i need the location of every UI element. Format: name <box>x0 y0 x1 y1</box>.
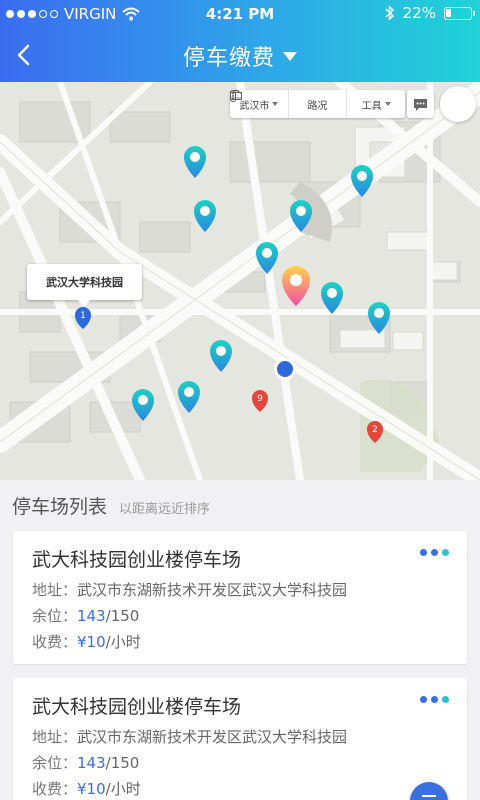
app-header: VIRGIN 4:21 PM 22% 停车缴费 <box>0 0 480 82</box>
fee-value: ¥10 <box>77 633 106 651</box>
nav-bar: 停车缴费 <box>0 28 480 82</box>
fee-label: 收费： <box>32 633 78 651</box>
address-value: 武汉市东湖新技术开发区武汉大学科技园 <box>77 581 348 599</box>
current-location-dot <box>274 358 296 380</box>
marker-label: 9 <box>257 394 263 404</box>
chat-bubble-icon <box>414 99 427 111</box>
chevron-down-icon <box>384 102 391 106</box>
spaces-label: 余位： <box>32 754 78 772</box>
fee-row: 收费：¥10/小时 <box>32 778 141 799</box>
parking-pin <box>194 200 216 232</box>
parking-pin <box>184 146 206 178</box>
marker-label: 2 <box>372 425 378 435</box>
chevron-down-icon <box>272 102 279 106</box>
tools-menu[interactable]: 工具 <box>230 90 405 118</box>
status-bar: VIRGIN 4:21 PM 22% <box>0 0 480 28</box>
selected-parking-pin <box>282 266 310 306</box>
spaces-row: 余位：143/150 <box>32 752 139 773</box>
city-label: 武汉市 <box>239 100 270 112</box>
parking-pin <box>256 242 278 274</box>
map-toolbar: 武汉市 路况 工具 <box>230 90 405 118</box>
address-row: 地址：武汉市东湖新技术开发区武汉大学科技园 <box>32 726 347 747</box>
fee-value: ¥10 <box>77 780 106 798</box>
battery-percent: 22% <box>402 4 436 22</box>
page-title: 停车缴费 <box>182 46 275 71</box>
parking-pin <box>178 381 200 413</box>
fee-unit: /小时 <box>105 780 141 798</box>
callout-label: 武汉大学科技园 <box>46 276 123 289</box>
parking-pin <box>210 340 232 372</box>
status-right: 22% <box>385 4 475 22</box>
address-value: 武汉市东湖新技术开发区武汉大学科技园 <box>77 728 348 746</box>
address-label: 地址： <box>32 581 78 599</box>
nav-title-dropdown[interactable]: 停车缴费 <box>0 40 480 72</box>
fee-row: 收费：¥10/小时 <box>32 631 141 652</box>
bluetooth-icon <box>385 5 394 21</box>
fee-label: 收费： <box>32 780 78 798</box>
menu-icon <box>422 795 436 797</box>
map-view[interactable]: 1 9 2 武汉市 路况 工具 武汉大学科技园 <box>0 82 480 480</box>
address-row: 地址：武汉市东湖新技术开发区武汉大学科技园 <box>32 579 347 600</box>
location-callout[interactable]: 武汉大学科技园 <box>27 264 142 307</box>
spaces-free: 143 <box>77 607 106 625</box>
caret-down-icon <box>283 51 297 61</box>
traffic-toggle[interactable]: 路况 <box>230 90 348 118</box>
tools-label: 工具 <box>361 100 382 112</box>
map-control-button[interactable] <box>440 86 476 122</box>
spaces-total: /150 <box>105 607 140 625</box>
parking-card[interactable]: 武大科技园创业楼停车场 地址：武汉市东湖新技术开发区武汉大学科技园 余位：143… <box>13 531 467 664</box>
spaces-row: 余位：143/150 <box>32 605 139 626</box>
numbered-marker-1[interactable]: 1 <box>75 307 91 329</box>
list-title: 停车场列表 <box>12 496 108 518</box>
toolbox-icon <box>230 90 242 100</box>
spaces-total: /150 <box>105 754 140 772</box>
spaces-label: 余位： <box>32 607 78 625</box>
parking-name: 武大科技园创业楼停车场 <box>32 549 242 571</box>
spaces-free: 143 <box>77 754 106 772</box>
parking-card[interactable]: 武大科技园创业楼停车场 地址：武汉市东湖新技术开发区武汉大学科技园 余位：143… <box>13 678 467 800</box>
parking-name: 武大科技园创业楼停车场 <box>32 696 242 718</box>
marker-label: 1 <box>80 311 86 321</box>
traffic-label: 路况 <box>307 100 328 112</box>
battery-icon <box>444 6 475 20</box>
message-button[interactable] <box>407 90 434 118</box>
more-options-icon[interactable] <box>420 696 449 703</box>
list-subtitle: 以距离远近排序 <box>119 502 211 517</box>
more-options-icon[interactable] <box>420 549 449 556</box>
fee-unit: /小时 <box>105 633 141 651</box>
address-label: 地址： <box>32 728 78 746</box>
list-header: 停车场列表 以距离远近排序 <box>12 492 210 519</box>
numbered-marker-9[interactable]: 9 <box>252 390 268 412</box>
